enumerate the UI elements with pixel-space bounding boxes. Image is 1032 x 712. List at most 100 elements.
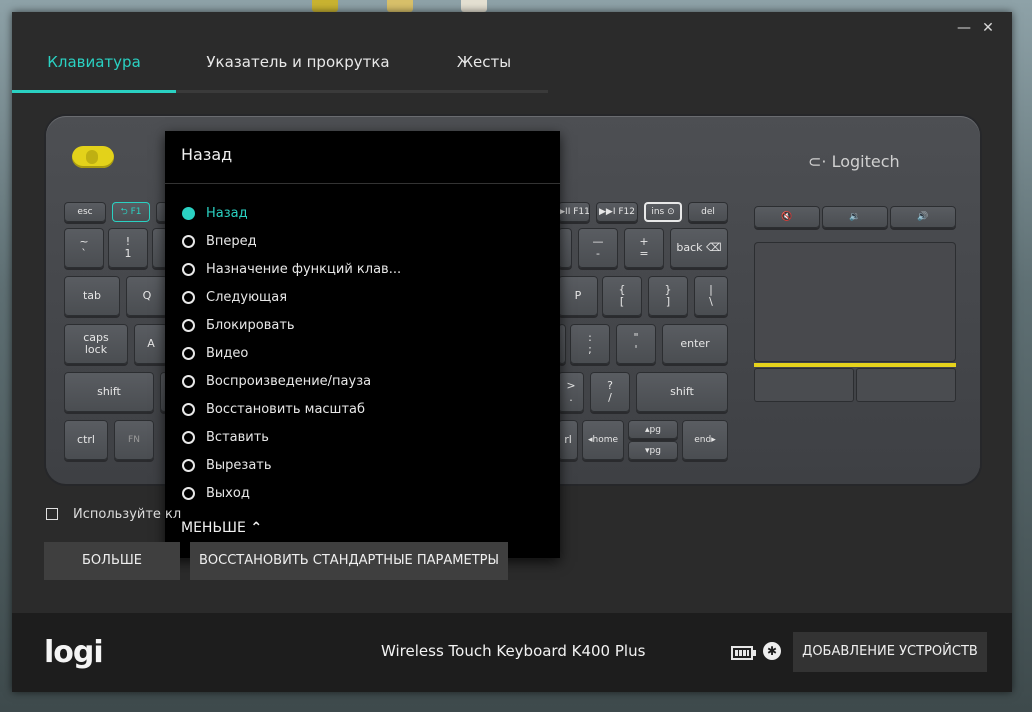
dropdown-title[interactable]: Назад — [165, 131, 560, 184]
action-dropdown-menu: Назад Назад Вперед Назначение функций кл… — [165, 131, 560, 558]
more-button[interactable]: БОЛЬШЕ — [44, 542, 180, 580]
radio-icon — [182, 374, 195, 388]
key-lbrace[interactable]: { [ — [602, 276, 642, 316]
key-tilde[interactable]: ~ ` — [64, 228, 104, 268]
logitech-options-window: — ✕ Клавиатура Указатель и прокрутка Жес… — [12, 12, 1012, 692]
key-pgdn[interactable]: ▾pg — [628, 441, 678, 460]
option-next[interactable]: Следующая — [165, 283, 560, 311]
key-ctrl[interactable]: ctrl — [64, 420, 108, 460]
desktop-icon-3[interactable] — [461, 0, 487, 12]
key-volume-down[interactable]: 🔉 — [822, 206, 888, 228]
radio-icon — [182, 290, 195, 304]
key-p[interactable]: P — [558, 276, 598, 316]
option-label: Следующая — [206, 289, 288, 305]
key-fn[interactable]: FN — [114, 420, 154, 460]
device-name: Wireless Touch Keyboard K400 Plus — [381, 642, 646, 660]
option-exit[interactable]: Выход — [165, 479, 560, 507]
option-label: Назад — [206, 205, 248, 221]
tab-bar: Клавиатура Указатель и прокрутка Жесты — [12, 40, 1012, 93]
key-f1[interactable]: ⮌ F1 — [112, 202, 150, 222]
key-del[interactable]: del — [688, 202, 728, 222]
option-key-assignment[interactable]: Назначение функций клав... — [165, 255, 560, 283]
key-backspace[interactable]: back ⌫ — [670, 228, 728, 268]
desktop-icon-1[interactable] — [312, 0, 338, 12]
radio-icon — [182, 486, 195, 500]
radio-icon — [182, 318, 195, 332]
option-label: Вставить — [206, 429, 269, 445]
tab-keyboard[interactable]: Клавиатура — [12, 40, 176, 93]
logi-logo: logi — [44, 635, 104, 670]
use-keys-checkbox[interactable] — [46, 508, 58, 520]
key-a[interactable]: A — [134, 324, 168, 364]
logitech-logo-mark-icon: ⊂· — [808, 152, 827, 171]
footer-bar: logi Wireless Touch Keyboard K400 Plus ✱… — [12, 613, 1012, 692]
key-home[interactable]: ◂home — [582, 420, 624, 460]
key-1[interactable]: ! 1 — [108, 228, 148, 268]
key-0[interactable] — [558, 228, 572, 268]
radio-icon — [182, 430, 195, 444]
add-devices-button[interactable]: ДОБАВЛЕНИЕ УСТРОЙСТВ — [793, 632, 987, 672]
key-right-shift[interactable]: shift — [636, 372, 728, 412]
key-left-shift[interactable]: shift — [64, 372, 154, 412]
touchpad-left-button[interactable] — [754, 368, 854, 402]
radio-icon — [182, 402, 195, 416]
home-button-key[interactable] — [72, 146, 114, 168]
option-label: Восстановить масштаб — [206, 401, 366, 417]
key-q[interactable]: Q — [126, 276, 168, 316]
option-label: Выход — [206, 485, 250, 501]
key-f12[interactable]: ▶▶I F12 — [596, 202, 638, 222]
battery-level-icon — [735, 650, 749, 656]
key-mute[interactable]: 🔇 — [754, 206, 820, 228]
option-label: Вперед — [206, 233, 257, 249]
desktop-icon-2[interactable] — [387, 0, 413, 12]
key-pgup[interactable]: ▴pg — [628, 420, 678, 439]
option-back[interactable]: Назад — [165, 199, 560, 227]
unifying-receiver-icon: ✱ — [763, 642, 781, 660]
key-quote[interactable]: " ' — [616, 324, 656, 364]
touchpad-divider — [754, 363, 956, 367]
use-keys-checkbox-label: Используйте кл — [73, 507, 182, 522]
option-forward[interactable]: Вперед — [165, 227, 560, 255]
tab-gestures[interactable]: Жесты — [420, 40, 548, 93]
logitech-logo: ⊂· Logitech — [808, 152, 900, 171]
restore-defaults-button[interactable]: ВОССТАНОВИТЬ СТАНДАРТНЫЕ ПАРАМЕТРЫ — [190, 542, 508, 580]
key-f11[interactable]: ▶II F11 — [558, 202, 590, 222]
option-reset-zoom[interactable]: Восстановить масштаб — [165, 395, 560, 423]
radio-icon — [182, 262, 195, 276]
radio-selected-icon — [182, 206, 195, 220]
key-right-ctrl[interactable]: rl — [558, 420, 578, 460]
key-volume-up[interactable]: 🔊 — [890, 206, 956, 228]
option-paste[interactable]: Вставить — [165, 423, 560, 451]
key-minus[interactable]: — - — [578, 228, 618, 268]
key-equals[interactable]: + = — [624, 228, 664, 268]
option-video[interactable]: Видео — [165, 339, 560, 367]
key-rbrace[interactable]: } ] — [648, 276, 688, 316]
option-label: Видео — [206, 345, 249, 361]
key-backslash[interactable]: | \ — [694, 276, 728, 316]
dropdown-options-list: Назад Вперед Назначение функций клав... … — [165, 199, 560, 507]
touchpad-right-button[interactable] — [856, 368, 956, 402]
option-label: Вырезать — [206, 457, 272, 473]
option-label: Воспроизведение/пауза — [206, 373, 372, 389]
option-play-pause[interactable]: Воспроизведение/пауза — [165, 367, 560, 395]
key-semicolon[interactable]: : ; — [570, 324, 610, 364]
key-caps-lock[interactable]: caps lock — [64, 324, 128, 364]
less-label: МЕНЬШЕ — [181, 520, 246, 536]
option-cut[interactable]: Вырезать — [165, 451, 560, 479]
less-button[interactable]: МЕНЬШЕ ⌃ — [181, 520, 262, 536]
key-period[interactable]: > . — [558, 372, 584, 412]
key-esc[interactable]: esc — [64, 202, 106, 222]
key-enter[interactable]: enter — [662, 324, 728, 364]
minimize-button[interactable]: — — [952, 16, 976, 40]
close-button[interactable]: ✕ — [976, 16, 1000, 40]
key-end[interactable]: end▸ — [682, 420, 728, 460]
chevron-up-icon: ⌃ — [250, 520, 263, 536]
option-lock[interactable]: Блокировать — [165, 311, 560, 339]
key-tab[interactable]: tab — [64, 276, 120, 316]
touchpad[interactable] — [754, 242, 956, 362]
option-label: Блокировать — [206, 317, 295, 333]
logitech-logo-text: Logitech — [831, 152, 900, 171]
key-slash[interactable]: ? / — [590, 372, 630, 412]
key-ins[interactable]: ins ⊙ — [644, 202, 682, 222]
tab-pointer-scroll[interactable]: Указатель и прокрутка — [176, 40, 420, 93]
